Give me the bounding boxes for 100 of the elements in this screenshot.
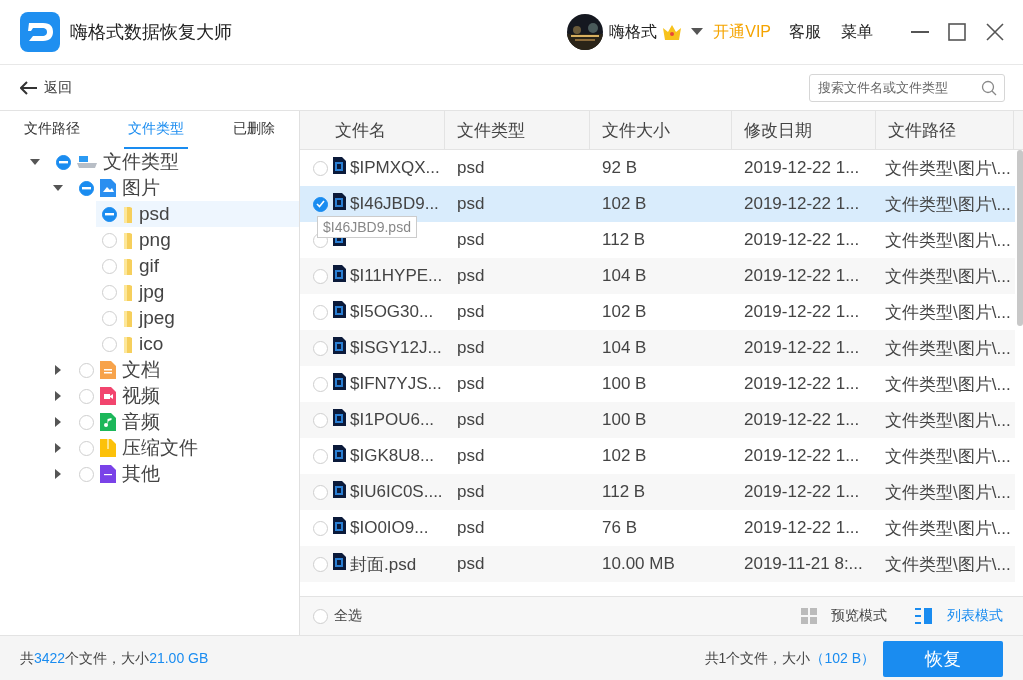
folder-icon <box>123 309 133 327</box>
tree-checkbox[interactable] <box>102 284 117 300</box>
modified-date: 2019-12-22 1... <box>743 338 861 358</box>
tree-checkbox[interactable] <box>79 466 94 482</box>
file-name: $IO0IO9... <box>350 518 429 538</box>
dropdown-caret-icon[interactable] <box>691 28 704 36</box>
row-checkbox[interactable] <box>313 268 328 284</box>
tree-checkbox[interactable] <box>56 154 71 170</box>
file-name: $I5OG30... <box>350 302 434 322</box>
tooltip: $I46JBD9.psd <box>317 216 417 238</box>
select-all-checkbox[interactable]: 全选 <box>313 607 362 625</box>
tree-item[interactable]: 压缩文件 <box>73 435 299 461</box>
tree-checkbox[interactable] <box>79 362 94 378</box>
file-name: $I46JBD9... <box>350 194 439 214</box>
file-type: psd <box>456 482 486 502</box>
column-header[interactable]: 修改日期 <box>732 111 876 149</box>
file-icon <box>332 156 346 174</box>
tree-item[interactable]: 音频 <box>73 409 299 435</box>
file-size: 112 B <box>601 230 647 250</box>
file-icon <box>332 444 346 462</box>
file-size: 92 B <box>601 158 638 178</box>
document-icon <box>100 361 116 379</box>
folder-icon <box>123 205 133 223</box>
tree-checkbox[interactable] <box>102 310 117 326</box>
side-tab[interactable]: 已删除 <box>228 111 279 149</box>
column-header[interactable]: 文件大小 <box>590 111 732 149</box>
back-button[interactable]: 返回 <box>20 78 72 97</box>
minus-icon <box>82 186 91 190</box>
file-name: $IPMXQX... <box>350 158 440 178</box>
row-checkbox[interactable] <box>313 520 328 536</box>
folder-icon <box>123 283 133 301</box>
modified-date: 2019-12-22 1... <box>743 302 861 322</box>
column-header[interactable]: 文件名 <box>300 111 445 149</box>
row-checkbox[interactable] <box>313 376 328 392</box>
file-icon <box>332 264 346 282</box>
row-checkbox[interactable] <box>313 304 328 320</box>
tree-item[interactable]: ico <box>96 331 299 357</box>
file-path: 文件类型\图片\... <box>884 517 1012 540</box>
file-size: 112 B <box>601 482 647 502</box>
archive-icon <box>100 439 116 457</box>
file-icon <box>332 516 346 534</box>
file-type: psd <box>456 302 486 322</box>
file-size: 102 B <box>601 446 648 466</box>
tree-checkbox[interactable] <box>102 232 117 248</box>
row-checkbox[interactable] <box>313 196 328 212</box>
close-button[interactable] <box>985 22 1005 42</box>
tree-item[interactable]: psd <box>96 201 299 227</box>
column-header[interactable]: 文件类型 <box>445 111 590 149</box>
file-name: $IU6IC0S.... <box>350 482 443 502</box>
tree-checkbox[interactable] <box>102 206 117 222</box>
tree-checkbox[interactable] <box>79 440 94 456</box>
header-menu-item[interactable]: 菜单 <box>841 21 873 43</box>
search-icon[interactable] <box>981 79 997 96</box>
maximize-button[interactable] <box>947 22 967 42</box>
column-header[interactable]: 文件路径 <box>876 111 1014 149</box>
selection-summary: 共1个文件，大小（102 B） <box>704 650 875 668</box>
row-checkbox[interactable] <box>313 412 328 428</box>
tree-checkbox[interactable] <box>102 336 117 352</box>
row-checkbox[interactable] <box>313 448 328 464</box>
file-path: 文件类型\图片\... <box>884 445 1012 468</box>
side-tab[interactable]: 文件路径 <box>20 111 85 149</box>
modified-date: 2019-12-22 1... <box>743 158 861 178</box>
folder-icon <box>123 335 133 353</box>
row-checkbox[interactable] <box>313 340 328 356</box>
file-name: 封面.psd <box>350 553 417 576</box>
tree-item[interactable]: jpg <box>96 279 299 305</box>
header-menu-item[interactable]: 客服 <box>789 21 821 43</box>
tree-item[interactable]: gif <box>96 253 299 279</box>
tree-item[interactable]: 图片 <box>73 175 299 201</box>
tree-checkbox[interactable] <box>79 388 94 404</box>
file-size: 10.00 MB <box>601 554 676 574</box>
row-checkbox[interactable] <box>313 484 328 500</box>
tree-checkbox[interactable] <box>79 180 94 196</box>
app-logo <box>20 12 60 52</box>
file-name: $IGK8U8... <box>350 446 435 466</box>
music-icon <box>100 413 116 431</box>
tree-item[interactable]: jpeg <box>96 305 299 331</box>
tree-item[interactable]: 文档 <box>73 357 299 383</box>
file-type: psd <box>456 338 486 358</box>
tree-item[interactable]: 其他 <box>73 461 299 487</box>
tree-item[interactable]: png <box>96 227 299 253</box>
file-path: 文件类型\图片\... <box>884 265 1012 288</box>
file-icon <box>332 336 346 354</box>
modified-date: 2019-12-22 1... <box>743 374 861 394</box>
tree-checkbox[interactable] <box>79 414 94 430</box>
search-field[interactable]: 搜索文件名或文件类型 <box>809 73 1005 102</box>
view-mode-button[interactable]: 预览模式 <box>801 607 887 625</box>
file-size: 102 B <box>601 302 648 322</box>
tree-item[interactable]: 视频 <box>73 383 299 409</box>
file-icon <box>100 465 116 483</box>
tree-checkbox[interactable] <box>102 258 117 274</box>
scrollbar[interactable] <box>1017 150 1023 326</box>
file-type: psd <box>456 374 486 394</box>
tree-item[interactable]: 文件类型 <box>50 149 299 175</box>
file-size: 100 B <box>601 374 648 394</box>
row-checkbox[interactable] <box>313 160 328 176</box>
file-path: 文件类型\图片\... <box>884 337 1012 360</box>
side-tab[interactable]: 文件类型 <box>124 111 189 149</box>
row-checkbox[interactable] <box>313 556 328 572</box>
checkmark-icon <box>316 200 325 208</box>
